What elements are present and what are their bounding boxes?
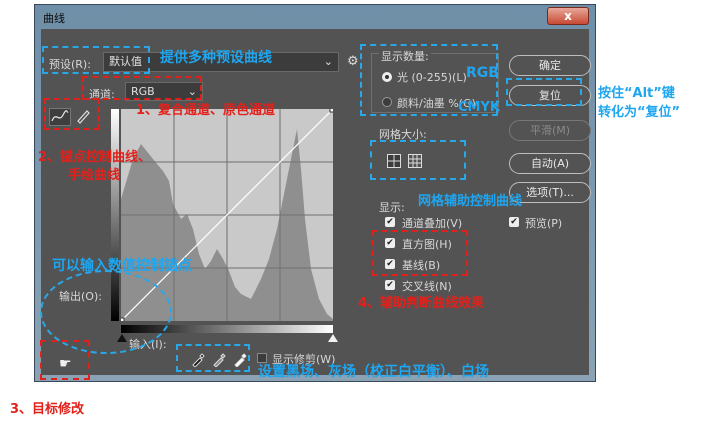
close-icon[interactable]: x [547, 7, 589, 25]
alt-reset-annotation-line1: 按住“Alt”键 [598, 86, 675, 101]
preview-checkbox[interactable]: ✔ [509, 217, 519, 227]
preset-annotation: 提供多种预设曲线 [160, 50, 272, 66]
show-title: 显示: [379, 201, 405, 214]
rgb-annotation: RGB [466, 65, 499, 81]
curve-endpoint-white [329, 105, 337, 113]
grid-size-highlight-box [370, 140, 466, 180]
target-adjust-annotation: 3、目标修改 [10, 402, 85, 417]
gear-icon[interactable]: ⚙ [347, 54, 359, 69]
curve-tools-highlight-box [44, 98, 100, 130]
target-adjust-highlight-box [40, 340, 90, 380]
judge-effect-annotation: 4、辅助判断曲线效果 [358, 296, 485, 311]
channel-overlay-label: 通道叠加(V) [402, 217, 463, 230]
smooth-button[interactable]: 平滑(M) [509, 120, 591, 141]
reset-highlight-box [506, 78, 582, 106]
channel-overlay-checkbox[interactable]: ✔ [385, 217, 395, 227]
white-point-slider[interactable] [328, 334, 338, 342]
cmyk-annotation: CMYK [458, 100, 500, 115]
histogram-baseline-highlight-box [372, 230, 468, 276]
grid-aux-annotation: 网格辅助控制曲线 [418, 194, 523, 209]
eyedroppers-highlight-box [176, 344, 250, 372]
preset-highlight-box [42, 46, 150, 74]
dropdown-arrow-icon: ⌄ [323, 55, 333, 68]
anchor-curve-annotation-line2: 手绘曲线 [68, 168, 121, 183]
title-bar[interactable]: 曲线 x [35, 5, 595, 29]
composite-channel-annotation: 1、复合通道、原色通道 [136, 103, 276, 118]
alt-reset-annotation-line2: 转化为“复位” [598, 105, 681, 120]
preview-label: 预览(P) [525, 217, 563, 230]
window-title: 曲线 [43, 12, 65, 25]
intersection-checkbox[interactable]: ✔ [385, 280, 395, 290]
auto-button[interactable]: 自动(A) [509, 153, 591, 174]
black-gray-white-annotation: 设置黑场、灰场（校正白平衡）、白场 [258, 364, 489, 380]
ok-button[interactable]: 确定 [509, 55, 591, 76]
anchor-curve-annotation-line1: 2、锚点控制曲线、 [38, 150, 152, 165]
channel-highlight-box [82, 76, 202, 100]
